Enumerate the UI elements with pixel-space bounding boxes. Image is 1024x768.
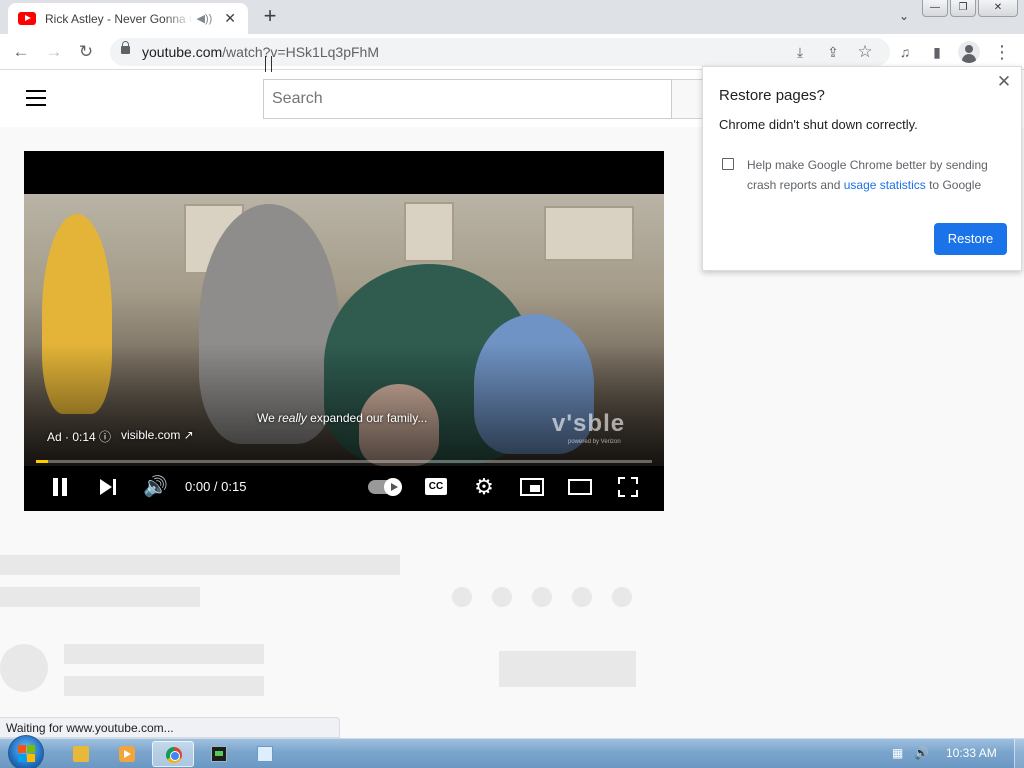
volume-tray-icon[interactable]: 🔊: [914, 747, 929, 760]
command-prompt-icon: [211, 746, 227, 762]
network-icon[interactable]: ▦: [892, 747, 906, 760]
media-control-icon[interactable]: ♫: [893, 40, 917, 64]
bookmark-star-icon[interactable]: ☆: [853, 40, 877, 64]
new-tab-button[interactable]: +: [258, 4, 282, 28]
skeleton-channel: [64, 644, 264, 664]
forward-arrow-icon[interactable]: →: [42, 40, 66, 64]
tab-search-chevron-icon[interactable]: ⌄: [894, 6, 914, 26]
minimize-button[interactable]: —: [922, 0, 948, 17]
window-close-button[interactable]: ✕: [978, 0, 1018, 17]
restore-pages-dialog: Restore pages? ✕ Chrome didn't shut down…: [702, 66, 1022, 271]
taskbar-chrome[interactable]: [152, 741, 194, 767]
media-player-icon: [119, 746, 135, 762]
tab-close-icon[interactable]: ✕: [222, 10, 238, 27]
clock[interactable]: 10:33 AM: [946, 746, 997, 760]
skeleton-dot: [612, 587, 632, 607]
skeleton-title: [0, 555, 400, 575]
captions-icon[interactable]: CC: [425, 478, 447, 495]
taskbar-media-player[interactable]: [106, 741, 148, 767]
skeleton-subtitle: [0, 587, 200, 607]
maximize-button[interactable]: ❐: [950, 0, 976, 17]
next-track-icon[interactable]: [97, 473, 119, 501]
lock-icon[interactable]: [121, 41, 130, 54]
status-bubble: Waiting for www.youtube.com...: [0, 717, 340, 738]
crash-report-checkbox[interactable]: [722, 158, 734, 170]
progress-bar[interactable]: [36, 460, 652, 463]
pause-icon[interactable]: [50, 473, 70, 501]
advertiser-logo: v'sble: [552, 410, 626, 437]
tab-title: Rick Astley - Never Gonna Give You Up: [45, 11, 193, 26]
url-path: /watch?v=HSk1Lq3pFhM: [222, 44, 379, 60]
taskbar-explorer[interactable]: [60, 741, 102, 767]
ad-countdown-label[interactable]: Ad · 0:14 ⓘ: [47, 428, 111, 445]
url-text[interactable]: youtube.com/watch?v=HSk1Lq3pFhM: [142, 44, 379, 60]
windows-taskbar: ▦ 🔊 10:33 AM: [0, 735, 1024, 768]
skeleton-subs: [64, 676, 264, 696]
chrome-menu-icon[interactable]: ⋮: [990, 40, 1014, 64]
usage-statistics-link[interactable]: usage statistics: [844, 178, 926, 192]
theater-mode-icon[interactable]: [568, 479, 592, 495]
url-host: youtube.com: [142, 44, 223, 60]
tab-strip: Rick Astley - Never Gonna Give You Up ◀)…: [0, 0, 1024, 34]
windows-logo-icon: [18, 745, 36, 763]
browser-toolbar: ← → ↻ youtube.com/watch?v=HSk1Lq3pFhM ⤓ …: [0, 34, 1024, 70]
autoplay-play-icon: [391, 483, 398, 491]
youtube-search-input[interactable]: [263, 79, 672, 119]
tab-youtube[interactable]: Rick Astley - Never Gonna Give You Up ◀)…: [8, 3, 248, 34]
profile-avatar-icon[interactable]: [958, 41, 980, 63]
install-app-icon[interactable]: ⤓: [788, 40, 812, 64]
taskbar-cmd[interactable]: [198, 741, 240, 767]
advertiser-logo-sub: powered by Verizon: [568, 439, 621, 445]
skeleton-dot: [532, 587, 552, 607]
time-display: 0:00 / 0:15: [185, 479, 247, 494]
skeleton-dot: [452, 587, 472, 607]
side-panel-icon[interactable]: ▮: [925, 40, 949, 64]
skeleton-dot: [492, 587, 512, 607]
crash-report-label: Help make Google Chrome better by sendin…: [747, 158, 988, 192]
settings-gear-icon[interactable]: ⚙: [471, 473, 497, 501]
start-button[interactable]: [8, 735, 44, 768]
restore-button[interactable]: Restore: [934, 223, 1007, 255]
dialog-title: Restore pages?: [719, 87, 825, 104]
share-icon[interactable]: ⇪: [821, 40, 845, 64]
speaker-icon[interactable]: ◀)): [197, 12, 215, 25]
back-arrow-icon[interactable]: ←: [9, 40, 33, 64]
taskbar-notepad[interactable]: [244, 741, 286, 767]
notepad-icon: [257, 746, 273, 762]
dialog-close-icon[interactable]: ✕: [995, 73, 1013, 91]
skeleton-button: [499, 651, 636, 687]
skeleton-avatar: [0, 644, 48, 692]
progress-fill: [36, 460, 49, 463]
skeleton-dot: [572, 587, 592, 607]
ad-link[interactable]: visible.com ↗: [121, 428, 194, 442]
dialog-message: Chrome didn't shut down correctly.: [719, 117, 918, 132]
fullscreen-icon[interactable]: [618, 477, 638, 497]
volume-icon[interactable]: 🔊: [143, 473, 168, 501]
reload-icon[interactable]: ↻: [74, 40, 98, 64]
miniplayer-icon[interactable]: [520, 478, 544, 496]
folder-icon: [73, 746, 89, 762]
ad-caption: We really expanded our family...: [257, 411, 428, 425]
chrome-icon: [166, 747, 182, 763]
text-cursor-icon: [265, 56, 272, 72]
video-player[interactable]: We really expanded our family... Ad · 0:…: [24, 151, 664, 511]
youtube-favicon-icon: [18, 12, 36, 25]
show-desktop-button[interactable]: [1014, 739, 1024, 768]
address-bar[interactable]: youtube.com/watch?v=HSk1Lq3pFhM ⤓ ⇪ ☆: [110, 38, 890, 66]
hamburger-menu-icon[interactable]: [26, 90, 46, 106]
window-controls: — ❐ ✕: [922, 0, 1018, 17]
